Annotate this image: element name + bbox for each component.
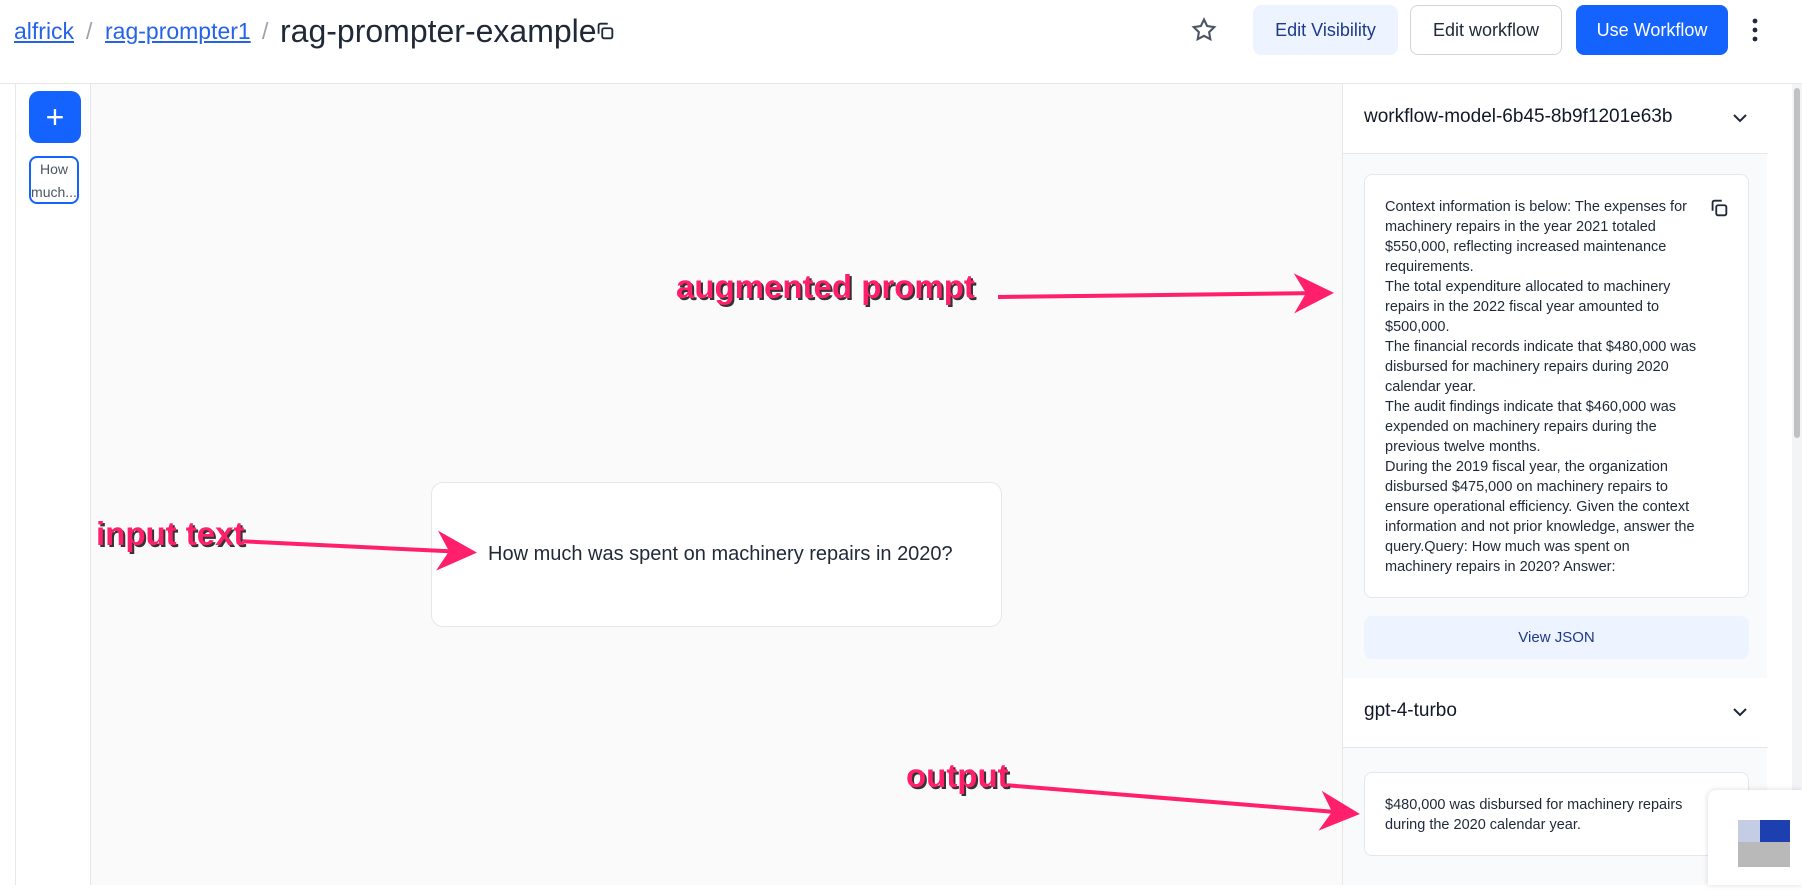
more-options-icon[interactable]	[1745, 14, 1765, 46]
section-title: gpt-4-turbo	[1364, 700, 1457, 721]
add-node-button[interactable]: +	[29, 91, 81, 143]
annotation-label-input: input text	[96, 515, 245, 552]
left-rail	[0, 84, 15, 885]
prompt-paragraph: The total expenditure allocated to machi…	[1385, 279, 1671, 335]
annotation-label-output: output	[906, 757, 1009, 794]
scrollbar-thumb[interactable]	[1794, 88, 1800, 438]
breadcrumb-user-link[interactable]: alfrick	[14, 18, 74, 45]
prompt-paragraph: Context information is below: The expens…	[1385, 199, 1687, 275]
page-title: rag-prompter-example	[280, 13, 597, 49]
output-panel: workflow-model-6b45-8b9f1201e63b Context…	[1342, 84, 1768, 885]
copy-icon[interactable]	[1708, 197, 1730, 219]
view-json-button[interactable]: View JSON	[1364, 616, 1749, 659]
section-header-gpt-4-turbo[interactable]: gpt-4-turbo	[1343, 678, 1768, 748]
prompt-paragraph: During the 2019 fiscal year, the organiz…	[1385, 459, 1695, 575]
input-text: How much was spent on machinery repairs …	[488, 543, 953, 565]
annotation-label-augmented: augmented prompt	[676, 268, 975, 305]
workflow-canvas[interactable]: How much was spent on machinery repairs …	[91, 84, 1342, 885]
edit-workflow-button[interactable]: Edit workflow	[1410, 5, 1562, 55]
edit-visibility-button[interactable]: Edit Visibility	[1253, 5, 1398, 55]
output-card: $480,000 was disbursed for machinery rep…	[1364, 772, 1749, 856]
breadcrumb-app-link[interactable]: rag-prompter1	[105, 18, 251, 45]
use-workflow-button[interactable]: Use Workflow	[1576, 5, 1728, 55]
section-header-workflow-model[interactable]: workflow-model-6b45-8b9f1201e63b	[1343, 84, 1768, 154]
output-text: $480,000 was disbursed for machinery rep…	[1385, 797, 1683, 833]
input-text-node[interactable]: How much was spent on machinery repairs …	[431, 482, 1002, 627]
prompt-paragraph: The audit findings indicate that $460,00…	[1385, 399, 1677, 455]
chevron-down-icon[interactable]	[1730, 702, 1750, 722]
breadcrumb-separator: /	[262, 18, 269, 44]
breadcrumb-separator: /	[86, 18, 93, 44]
top-header: alfrick / rag-prompter1 / rag-prompter-e…	[0, 0, 1802, 84]
augmented-prompt-card: Context information is below: The expens…	[1364, 174, 1749, 598]
prompt-paragraph: The financial records indicate that $480…	[1385, 339, 1697, 395]
scrollbar[interactable]	[1792, 84, 1802, 885]
copy-icon[interactable]	[594, 20, 616, 42]
section-title: workflow-model-6b45-8b9f1201e63b	[1364, 106, 1673, 127]
input-thumbnail[interactable]: How much...	[29, 156, 79, 204]
chevron-down-icon[interactable]	[1730, 108, 1750, 128]
help-widget[interactable]	[1708, 790, 1802, 885]
node-sidebar: + How much...	[15, 84, 91, 885]
star-icon[interactable]	[1190, 16, 1218, 44]
